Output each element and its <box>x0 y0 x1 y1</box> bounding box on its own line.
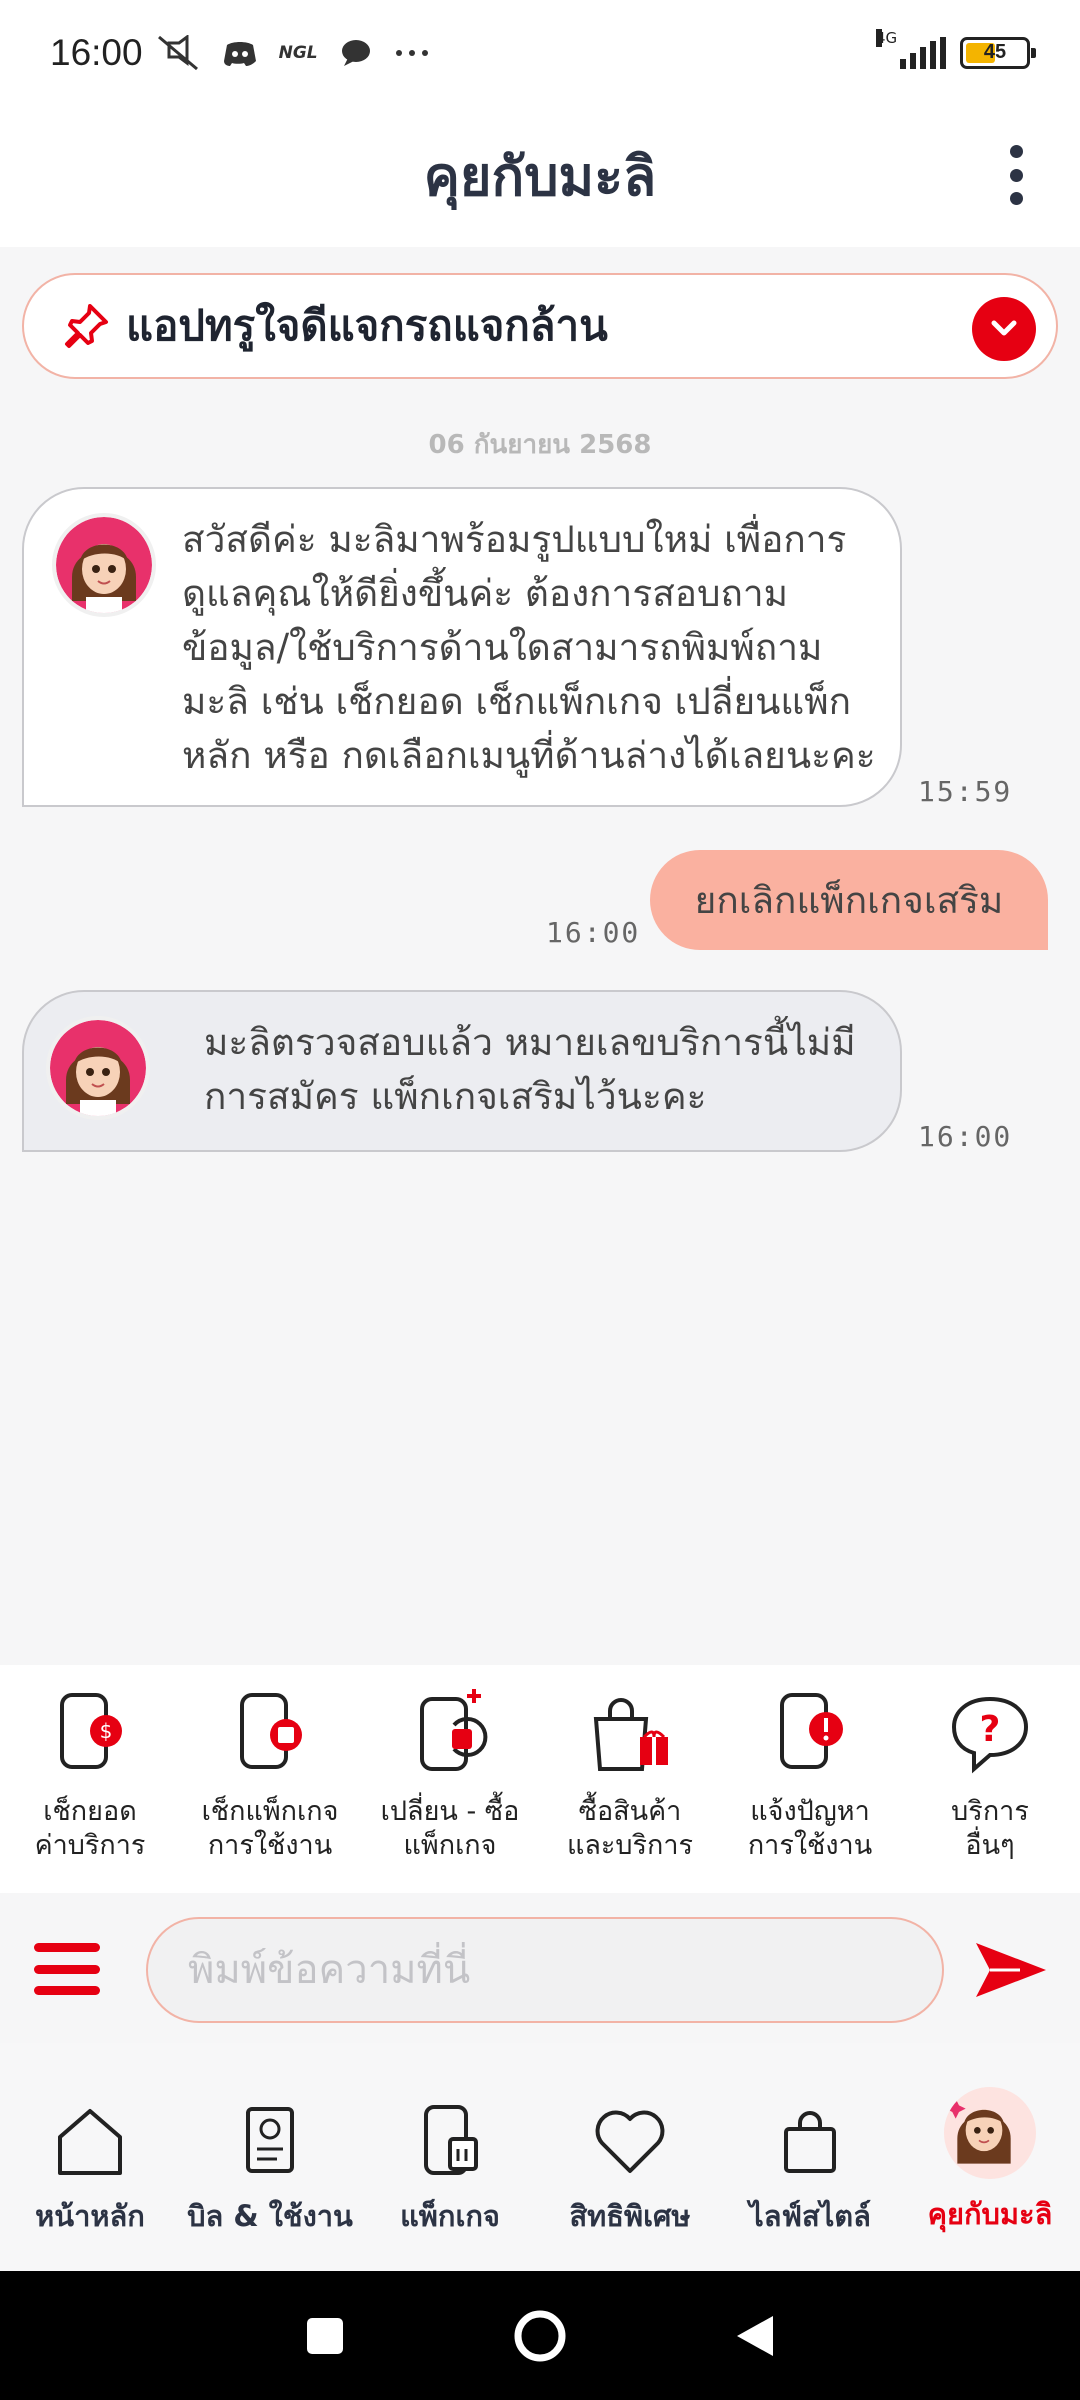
quick-action-check-bill[interactable]: $ เช็กยอด ค่าบริการ <box>0 1665 180 1893</box>
phone-bill-icon: $ <box>60 1693 122 1769</box>
home-icon <box>58 2109 122 2175</box>
nav-label: บิล & ใช้งาน <box>187 2199 353 2233</box>
user-message: ยกเลิกแพ็กเกจเสริม <box>650 850 1048 950</box>
quick-action-label: เช็กแพ็กเกจ การใช้งาน <box>201 1796 339 1861</box>
more-icon <box>395 49 428 56</box>
bottom-navigation: หน้าหลัก บิล & ใช้งาน แพ็กเกจ สิทธิพิเศษ… <box>0 2043 1080 2271</box>
home-button-icon[interactable] <box>512 2308 568 2364</box>
system-navigation-bar <box>0 2271 1080 2400</box>
nav-label: แพ็กเกจ <box>400 2199 500 2233</box>
quick-action-shop[interactable]: ซื้อสินค้า และบริการ <box>540 1665 720 1893</box>
status-time: 16:00 <box>50 31 143 73</box>
quick-action-label: บริการ อื่นๆ <box>951 1796 1029 1861</box>
phone-alert-icon <box>780 1693 843 1769</box>
help-bubble-icon: ? <box>951 1696 1029 1774</box>
pin-icon <box>65 304 108 348</box>
app-header: คุยกับมะลิ <box>0 105 1080 247</box>
mali-avatar <box>52 513 156 617</box>
chat-icon <box>341 39 370 66</box>
expand-toggle-button[interactable] <box>972 297 1036 361</box>
recents-icon[interactable] <box>303 2314 347 2358</box>
back-icon[interactable] <box>733 2312 777 2360</box>
heart-icon <box>595 2110 665 2173</box>
bag-icon <box>784 2111 836 2173</box>
hamburger-menu-button[interactable] <box>34 1943 100 1995</box>
nav-item-lifestyle[interactable]: ไลฟ์สไตล์ <box>720 2043 900 2271</box>
quick-action-check-package[interactable]: เช็กแพ็กเกจ การใช้งาน <box>180 1665 360 1893</box>
message-text: ยกเลิกแพ็กเกจเสริม <box>694 878 1004 922</box>
nav-label: ไลฟ์สไตล์ <box>749 2199 871 2233</box>
message-time: 15:59 <box>918 775 1013 808</box>
quick-action-label: ซื้อสินค้า และบริการ <box>566 1796 694 1861</box>
nav-item-bill[interactable]: บิล & ใช้งาน <box>180 2043 360 2271</box>
bot-message: มะลิตรวจสอบแล้ว หมายเลขบริการนี้ไม่มี กา… <box>22 990 902 1152</box>
phone-change-icon <box>420 1689 488 1771</box>
shopping-bag-icon <box>593 1698 668 1771</box>
status-notification-icons: NGL <box>155 34 430 71</box>
nav-label: สิทธิพิเศษ <box>569 2199 691 2233</box>
message-text: สวัสดีค่ะ มะลิมาพร้อมรูปแบบใหม่ เพื่อการ… <box>182 518 876 777</box>
message-input-bar <box>0 1893 1080 2043</box>
nav-label: คุยกับมะลิ <box>927 2197 1053 2231</box>
svg-text:?: ? <box>980 1709 1001 1750</box>
pinned-label: แอปทรูใจดีแจกรถแจกล้าน <box>126 301 608 350</box>
quick-action-change-package[interactable]: เปลี่ยน - ซื้อ แพ็กเกจ <box>360 1665 540 1893</box>
pinned-announcement[interactable]: แอปทรูใจดีแจกรถแจกล้าน <box>22 273 1058 379</box>
message-time: 16:00 <box>918 1120 1013 1153</box>
mute-icon <box>157 34 198 70</box>
mali-avatar <box>944 2087 1036 2179</box>
message-time: 16:00 <box>546 916 641 949</box>
bot-message: สวัสดีค่ะ มะลิมาพร้อมรูปแบบใหม่ เพื่อการ… <box>22 487 902 807</box>
svg-text:$: $ <box>100 1719 113 1743</box>
quick-action-label: เปลี่ยน - ซื้อ แพ็กเกจ <box>380 1796 520 1861</box>
quick-action-other[interactable]: ? บริการ อื่นๆ <box>900 1665 1080 1893</box>
quick-action-label: แจ้งปัญหา การใช้งาน <box>747 1796 873 1861</box>
chevron-down-icon <box>991 320 1017 336</box>
message-text: มะลิตรวจสอบแล้ว หมายเลขบริการนี้ไม่มี กา… <box>204 1021 856 1118</box>
mali-avatar <box>46 1016 150 1120</box>
signal-icon: 4G <box>876 28 946 69</box>
nav-item-privileges[interactable]: สิทธิพิเศษ <box>540 2043 720 2271</box>
battery-icon: 45 <box>960 36 1036 69</box>
more-dot-icon <box>1009 145 1023 158</box>
more-menu-button[interactable] <box>996 145 1036 205</box>
bill-icon <box>246 2107 294 2173</box>
status-bar: 16:00 NGL 4G 45 <box>0 0 1080 105</box>
nav-label: หน้าหลัก <box>35 2199 145 2233</box>
package-icon <box>424 2105 478 2175</box>
nav-item-home[interactable]: หน้าหลัก <box>0 2043 180 2271</box>
nav-item-chat-mali[interactable]: คุยกับมะลิ <box>900 2043 1080 2271</box>
discord-icon <box>223 41 256 66</box>
quick-actions-bar: $ เช็กยอด ค่าบริการ เช็กแพ็กเกจ การใช้งา… <box>0 1665 1080 1893</box>
chat-date: 06 กันยายน 2568 <box>428 430 652 460</box>
phone-package-icon <box>240 1693 302 1769</box>
network-type: 4G <box>876 28 898 47</box>
ngl-icon: NGL <box>278 42 318 63</box>
quick-action-label: เช็กยอด ค่าบริการ <box>34 1796 146 1861</box>
page-title: คุยกับมะลิ <box>423 145 657 208</box>
send-button[interactable] <box>972 1931 1050 2009</box>
battery-level: 45 <box>983 41 1007 63</box>
nav-item-package[interactable]: แพ็กเกจ <box>360 2043 540 2271</box>
quick-action-report-issue[interactable]: แจ้งปัญหา การใช้งาน <box>720 1665 900 1893</box>
message-input[interactable] <box>146 1917 944 2023</box>
